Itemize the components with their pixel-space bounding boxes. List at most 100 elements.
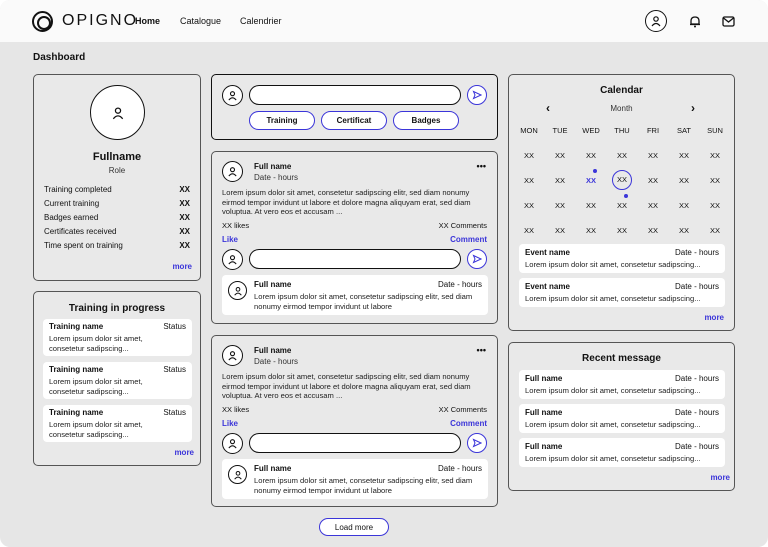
- calendar-more-link[interactable]: more: [704, 313, 724, 322]
- event-name: Event name: [525, 282, 570, 291]
- bell-icon[interactable]: [688, 14, 702, 28]
- event-item[interactable]: Event name Date - hours Lorem ipsum dolo…: [519, 278, 725, 307]
- calendar-day[interactable]: XX: [610, 201, 634, 210]
- training-desc: Lorem ipsum dolor sit amet, consetetur s…: [49, 377, 143, 396]
- like-button[interactable]: Like: [222, 235, 238, 244]
- training-name: Training name: [49, 322, 104, 331]
- calendar-day[interactable]: XX: [641, 151, 665, 160]
- send-icon[interactable]: [467, 249, 487, 269]
- calendar-day[interactable]: XX: [548, 151, 572, 160]
- calendar-day[interactable]: XX: [517, 176, 541, 185]
- calendar-day[interactable]: XX: [703, 151, 727, 160]
- nav-calendrier[interactable]: Calendrier: [240, 16, 282, 26]
- calendar-day[interactable]: XX: [672, 176, 696, 185]
- calendar-day[interactable]: XX: [517, 201, 541, 210]
- calendar-day[interactable]: XX: [641, 226, 665, 235]
- event-desc: Lorem ipsum dolor sit amet, consetetur s…: [525, 260, 701, 269]
- calendar-day[interactable]: XX: [641, 176, 665, 185]
- reply-author[interactable]: Full name: [254, 464, 291, 473]
- calendar-day[interactable]: XX: [672, 226, 696, 235]
- reply-author[interactable]: Full name: [254, 280, 291, 289]
- calendar-day[interactable]: XX: [548, 176, 572, 185]
- like-button[interactable]: Like: [222, 419, 238, 428]
- calendar-day[interactable]: XX: [672, 201, 696, 210]
- event-name: Event name: [525, 248, 570, 257]
- stat-label: Training completed: [44, 185, 112, 194]
- calendar-day[interactable]: XX: [579, 226, 603, 235]
- post-author[interactable]: Full name: [254, 162, 291, 171]
- comment-input[interactable]: [249, 433, 461, 453]
- stat-label: Badges earned: [44, 213, 99, 222]
- comment-input[interactable]: [249, 249, 461, 269]
- training-item[interactable]: Training name Status Lorem ipsum dolor s…: [43, 362, 192, 399]
- chip-certificat[interactable]: Certificat: [321, 111, 387, 130]
- calendar-day[interactable]: XX: [548, 226, 572, 235]
- stat-value: XX: [179, 241, 190, 250]
- calendar-day[interactable]: XX: [579, 201, 603, 210]
- calendar-day[interactable]: XX: [672, 151, 696, 160]
- chip-badges[interactable]: Badges: [393, 111, 459, 130]
- stat-label: Current training: [44, 199, 100, 208]
- send-icon[interactable]: [467, 433, 487, 453]
- calendar-day[interactable]: XX: [641, 201, 665, 210]
- nav-catalogue[interactable]: Catalogue: [180, 16, 221, 26]
- calendar-day[interactable]: XX: [703, 201, 727, 210]
- nav-home[interactable]: Home: [135, 16, 160, 26]
- message-item[interactable]: Full name Date - hours Lorem ipsum dolor…: [519, 438, 725, 467]
- calendar-day[interactable]: XX: [579, 176, 603, 185]
- event-item[interactable]: Event name Date - hours Lorem ipsum dolo…: [519, 244, 725, 273]
- stat-value: XX: [179, 227, 190, 236]
- profile-card: Fullname Role Training completed XX Curre…: [33, 74, 201, 281]
- profile-role: Role: [108, 166, 126, 175]
- post-body: Lorem ipsum dolor sit amet, consetetur s…: [222, 372, 471, 401]
- messages-card: Recent message Full name Date - hours Lo…: [508, 342, 735, 491]
- more-options-icon[interactable]: •••: [477, 345, 486, 355]
- calendar-day[interactable]: XX: [517, 226, 541, 235]
- calendar-day[interactable]: XX: [579, 151, 603, 160]
- comment-avatar-icon: [222, 249, 243, 270]
- calendar-day[interactable]: XX: [703, 226, 727, 235]
- next-month-icon[interactable]: ›: [691, 101, 695, 115]
- weekday-label: TUE: [552, 126, 568, 135]
- profile-name: Fullname: [92, 151, 142, 163]
- message-date: Date - hours: [674, 442, 719, 451]
- send-icon[interactable]: [467, 85, 487, 105]
- message-sender: Full name: [525, 374, 563, 383]
- stat-row: Current training XX: [44, 199, 190, 208]
- user-avatar-icon[interactable]: [645, 10, 667, 32]
- post-body: Lorem ipsum dolor sit amet, consetetur s…: [222, 188, 471, 217]
- logo-text[interactable]: OPIGNO: [62, 12, 138, 30]
- training-name: Training name: [49, 365, 104, 374]
- messages-title: Recent message: [582, 353, 661, 364]
- message-item[interactable]: Full name Date - hours Lorem ipsum dolor…: [519, 370, 725, 399]
- composer-input[interactable]: [249, 85, 461, 105]
- stat-row: Training completed XX: [44, 185, 190, 194]
- calendar-day[interactable]: XX: [610, 226, 634, 235]
- mail-icon[interactable]: [721, 14, 735, 28]
- messages-more-link[interactable]: more: [710, 473, 730, 482]
- post-avatar-icon: [222, 345, 243, 366]
- comment-button[interactable]: Comment: [450, 235, 487, 244]
- training-card: Training in progress Training name Statu…: [33, 291, 201, 466]
- calendar-day[interactable]: XX: [548, 201, 572, 210]
- training-more-link[interactable]: more: [174, 448, 194, 457]
- post-author[interactable]: Full name: [254, 346, 291, 355]
- training-desc: Lorem ipsum dolor sit amet, consetetur s…: [49, 420, 143, 439]
- message-preview: Lorem ipsum dolor sit amet, consetetur s…: [525, 386, 701, 395]
- calendar-day[interactable]: XX: [703, 176, 727, 185]
- reply-body: Lorem ipsum dolor sit amet, consetetur s…: [254, 476, 473, 495]
- calendar-day[interactable]: XX: [612, 170, 632, 190]
- calendar-day[interactable]: XX: [517, 151, 541, 160]
- message-date: Date - hours: [674, 408, 719, 417]
- logo-icon[interactable]: [32, 11, 53, 32]
- training-item[interactable]: Training name Status Lorem ipsum dolor s…: [43, 405, 192, 442]
- load-more-button[interactable]: Load more: [319, 518, 389, 536]
- message-item[interactable]: Full name Date - hours Lorem ipsum dolor…: [519, 404, 725, 433]
- training-item[interactable]: Training name Status Lorem ipsum dolor s…: [43, 319, 192, 356]
- calendar-day[interactable]: XX: [610, 151, 634, 160]
- more-options-icon[interactable]: •••: [477, 161, 486, 171]
- event-desc: Lorem ipsum dolor sit amet, consetetur s…: [525, 294, 701, 303]
- profile-more-link[interactable]: more: [172, 262, 192, 271]
- chip-training[interactable]: Training: [249, 111, 315, 130]
- comment-button[interactable]: Comment: [450, 419, 487, 428]
